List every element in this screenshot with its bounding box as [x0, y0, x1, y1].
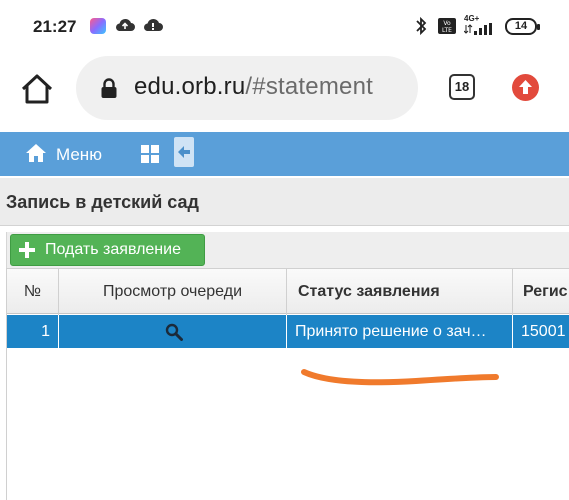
- home-icon[interactable]: [25, 143, 47, 163]
- status-bar: 21:27 Vo LTE 4G+ 14: [0, 0, 569, 56]
- column-header-registration[interactable]: Регис: [513, 269, 569, 315]
- registration-cell: 15001: [521, 323, 566, 340]
- arrow-left-icon: [178, 146, 190, 158]
- app-notification-icon: [90, 18, 106, 34]
- browser-home-icon[interactable]: [20, 73, 54, 105]
- svg-text:Vo: Vo: [443, 20, 451, 27]
- status-cell: Принято решение о зач…: [287, 315, 513, 349]
- search-icon[interactable]: [165, 323, 183, 341]
- section-header: Запись в детский сад: [0, 178, 569, 226]
- menu-button[interactable]: Меню: [56, 145, 102, 165]
- page-title: Запись в детский сад: [6, 192, 199, 212]
- browser-update-button[interactable]: [512, 74, 539, 101]
- volte-icon: Vo LTE: [438, 18, 456, 34]
- row-number: 1: [7, 315, 59, 349]
- grid-toolbar: Подать заявление: [6, 232, 569, 268]
- browser-toolbar: edu.orb.ru/#statement 18: [0, 56, 569, 124]
- cloud-upload-icon: [116, 18, 135, 31]
- column-header-number[interactable]: №: [7, 269, 59, 315]
- grid-icon[interactable]: [141, 145, 159, 163]
- table-header: № Просмотр очереди Статус заявления Реги…: [7, 268, 569, 315]
- tab-count-button[interactable]: 18: [449, 74, 475, 100]
- queue-view-cell[interactable]: [59, 315, 287, 349]
- table-row[interactable]: 1 Принято решение о зач… 15001: [7, 315, 569, 349]
- url-text[interactable]: edu.orb.ru/#statement: [134, 73, 414, 101]
- status-time: 21:27: [33, 17, 77, 36]
- cloud-alert-icon: [144, 18, 163, 31]
- address-bar[interactable]: edu.orb.ru/#statement: [76, 56, 418, 120]
- collapse-button[interactable]: [174, 137, 194, 167]
- annotation-underline: [301, 369, 499, 386]
- battery-icon: 14: [505, 18, 540, 35]
- column-header-queue-view[interactable]: Просмотр очереди: [59, 269, 287, 315]
- arrow-up-icon: [519, 80, 532, 94]
- url-host: edu.orb.ru: [134, 73, 246, 100]
- svg-text:LTE: LTE: [442, 27, 452, 34]
- submit-application-label: Подать заявление: [45, 241, 181, 258]
- column-header-status[interactable]: Статус заявления: [287, 269, 513, 315]
- plus-icon: [19, 242, 35, 258]
- bluetooth-icon: [416, 16, 427, 36]
- lock-icon: [101, 78, 117, 98]
- app-nav-bar: Меню: [0, 132, 569, 176]
- url-path: /#statement: [245, 73, 374, 100]
- submit-application-button[interactable]: Подать заявление: [10, 234, 205, 266]
- network-type: 4G+: [464, 14, 480, 23]
- signal-icon: [464, 23, 492, 35]
